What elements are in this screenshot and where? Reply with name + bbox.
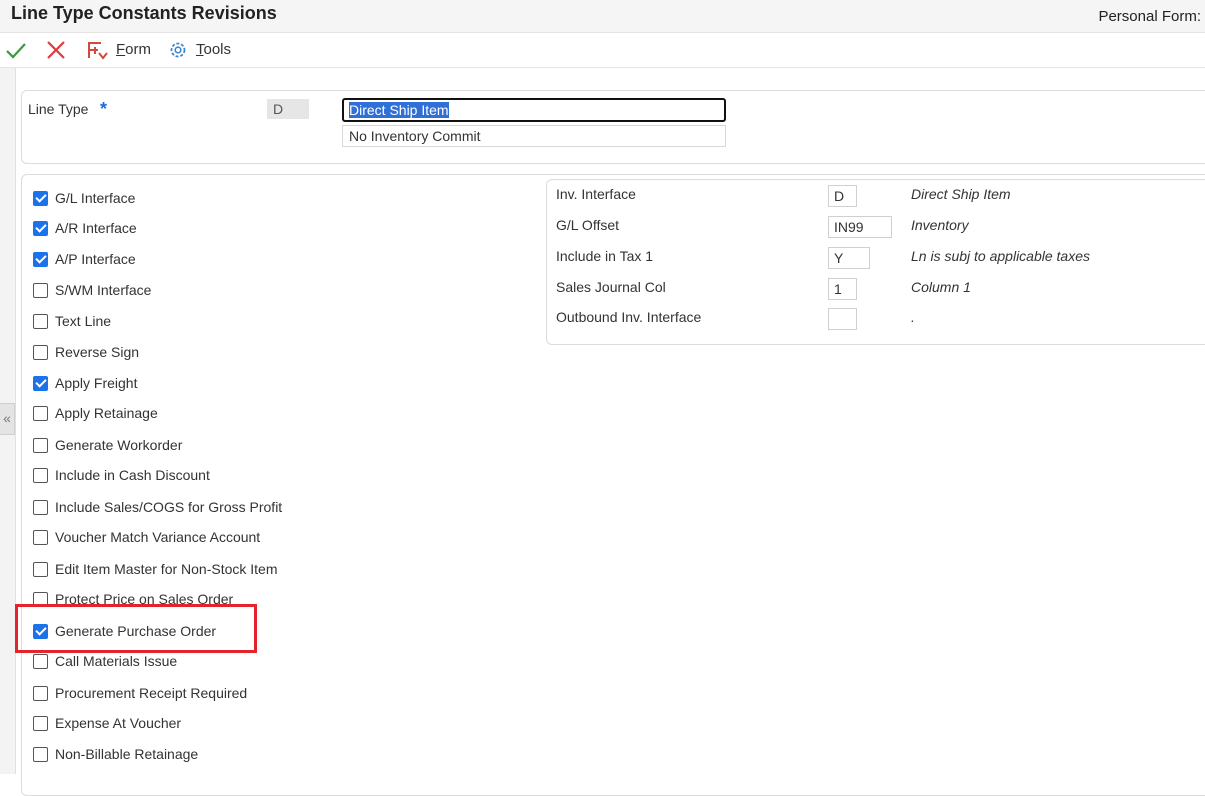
gear-icon[interactable] bbox=[167, 39, 189, 61]
tools-menu-label: ools bbox=[203, 41, 232, 58]
interface-field-input[interactable] bbox=[828, 308, 857, 330]
checkbox[interactable] bbox=[33, 716, 48, 731]
line-type-description2-field[interactable]: No Inventory Commit bbox=[342, 125, 726, 147]
checkbox-label: G/L Interface bbox=[55, 190, 136, 206]
form-menu-label: orm bbox=[125, 41, 152, 58]
checkbox-label: Voucher Match Variance Account bbox=[55, 529, 261, 545]
check-icon[interactable] bbox=[5, 39, 27, 61]
interface-field-label: Outbound Inv. Interface bbox=[556, 309, 702, 325]
checkbox-label: A/R Interface bbox=[55, 220, 137, 236]
checkbox-label: Apply Freight bbox=[55, 375, 138, 391]
checkbox[interactable] bbox=[33, 283, 48, 298]
checkbox[interactable] bbox=[33, 468, 48, 483]
tools-menu-accelerator: T bbox=[196, 41, 204, 58]
highlight-box bbox=[15, 604, 257, 653]
personal-form-label[interactable]: Personal Form: bbox=[1098, 8, 1201, 25]
selected-description-text: Direct Ship Item bbox=[349, 102, 449, 118]
checkbox[interactable] bbox=[33, 562, 48, 577]
checkbox[interactable] bbox=[33, 654, 48, 669]
checkbox[interactable] bbox=[33, 314, 48, 329]
form-menu[interactable]: Form bbox=[116, 41, 151, 58]
line-type-label: Line Type bbox=[28, 101, 89, 117]
collapse-panel-button[interactable]: « bbox=[0, 403, 15, 435]
checkbox-label: Non-Billable Retainage bbox=[55, 746, 199, 762]
checkbox-label: Call Materials Issue bbox=[55, 653, 178, 669]
checkbox[interactable] bbox=[33, 376, 48, 391]
checkbox-label: Reverse Sign bbox=[55, 344, 140, 360]
interface-field-description: Ln is subj to applicable taxes bbox=[911, 248, 1090, 264]
interface-field-label: G/L Offset bbox=[556, 217, 620, 233]
close-icon[interactable] bbox=[45, 39, 67, 61]
title-bar: Line Type Constants Revisions Personal F… bbox=[0, 0, 1205, 33]
toolbar: Form Tools bbox=[0, 33, 1205, 68]
required-marker: * bbox=[100, 99, 108, 119]
tools-menu[interactable]: Tools bbox=[196, 41, 231, 58]
checkbox-label: Text Line bbox=[55, 313, 112, 329]
checkbox[interactable] bbox=[33, 438, 48, 453]
interface-field-input[interactable]: Y bbox=[828, 247, 870, 269]
interface-field-description: Inventory bbox=[911, 217, 969, 233]
checkbox-label: Expense At Voucher bbox=[55, 715, 182, 731]
interface-field-label: Inv. Interface bbox=[556, 186, 636, 202]
interface-field-input[interactable]: IN99 bbox=[828, 216, 892, 238]
checkbox[interactable] bbox=[33, 191, 48, 206]
checkbox-label: Include in Cash Discount bbox=[55, 467, 210, 483]
interface-field-label: Sales Journal Col bbox=[556, 279, 666, 295]
interface-field-input[interactable]: D bbox=[828, 185, 857, 207]
checkbox[interactable] bbox=[33, 500, 48, 515]
interface-field-description: . bbox=[911, 309, 915, 325]
checkbox-label: A/P Interface bbox=[55, 251, 136, 267]
checkbox[interactable] bbox=[33, 345, 48, 360]
checkbox-label: Apply Retainage bbox=[55, 405, 158, 421]
page-title: Line Type Constants Revisions bbox=[11, 3, 277, 23]
interface-field-label: Include in Tax 1 bbox=[556, 248, 654, 264]
line-type-code: D bbox=[267, 99, 309, 119]
checkbox[interactable] bbox=[33, 747, 48, 762]
line-type-description-field[interactable]: Direct Ship Item bbox=[342, 98, 726, 122]
interface-field-description: Column 1 bbox=[911, 279, 971, 295]
interface-field-description: Direct Ship Item bbox=[911, 186, 1011, 202]
checkbox-label: Edit Item Master for Non-Stock Item bbox=[55, 561, 278, 577]
checkbox-label: Procurement Receipt Required bbox=[55, 685, 248, 701]
form-icon[interactable] bbox=[85, 39, 111, 61]
checkbox-label: Generate Workorder bbox=[55, 437, 183, 453]
form-menu-accelerator: F bbox=[116, 41, 126, 58]
checkbox[interactable] bbox=[33, 530, 48, 545]
checkbox[interactable] bbox=[33, 686, 48, 701]
checkbox[interactable] bbox=[33, 406, 48, 421]
interface-field-input[interactable]: 1 bbox=[828, 278, 857, 300]
checkbox[interactable] bbox=[33, 252, 48, 267]
checkbox-label: Include Sales/COGS for Gross Profit bbox=[55, 499, 283, 515]
checkbox-label: S/WM Interface bbox=[55, 282, 152, 298]
checkbox[interactable] bbox=[33, 221, 48, 236]
